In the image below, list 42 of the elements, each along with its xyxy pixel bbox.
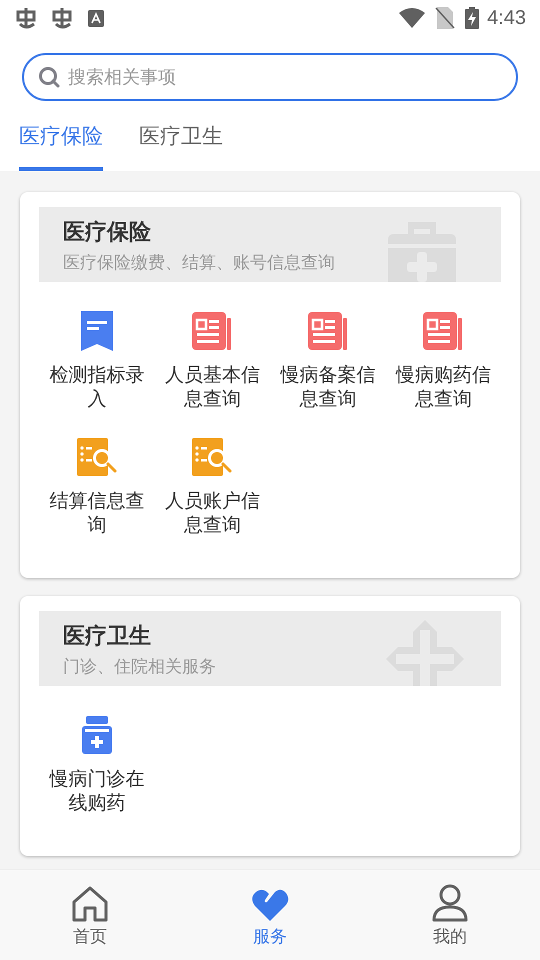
search-document-icon [76,438,117,476]
service-item[interactable]: 人员账户信息查询 [154,436,270,538]
service-label: 结算信息查询 [48,490,146,538]
section-title: 医疗卫生 [63,622,152,650]
heart-icon [251,888,289,922]
newspaper-icon [192,312,232,350]
search-icon [38,66,60,88]
newspaper-icon [423,312,464,350]
service-item[interactable]: 结算信息查询 [39,436,154,538]
section-title: 医疗保险 [63,218,152,246]
status-time: 4:43 [487,6,526,31]
home-icon [71,886,109,922]
section-subtitle: 门诊、住院相关服务 [63,656,217,678]
section-subtitle: 医疗保险缴费、结算、账号信息查询 [63,252,336,274]
user-icon [431,884,469,922]
service-label: 人员基本信息查询 [164,364,261,412]
service-label: 人员账户信息查询 [164,490,261,538]
keyboard-notification-icon [88,10,104,26]
medicine-bottle-icon [82,716,112,754]
service-label: 检测指标录入 [48,364,146,412]
service-label: 慢病购药信息查询 [394,364,492,412]
service-label: 慢病备案信息查询 [279,364,376,412]
tab[interactable]: 医疗卫生 [139,121,223,170]
battery-charging-icon [465,7,480,29]
wifi-icon [399,8,426,28]
no-sim-icon [435,7,456,29]
service-item[interactable]: 慢病门诊在线购药 [39,714,154,816]
app-notification-icon [50,6,74,30]
search-field[interactable]: 搜索相关事项 [22,53,518,101]
service-item[interactable]: 人员基本信息查询 [154,310,270,412]
nav-tab[interactable]: 我的 [360,870,540,960]
service-item[interactable]: 慢病购药信息查询 [386,310,501,412]
nav-tab[interactable]: 首页 [0,870,180,960]
newspaper-icon [308,312,348,350]
service-item[interactable]: 慢病备案信息查询 [270,310,386,412]
bookmark-icon [80,310,113,350]
service-item[interactable]: 检测指标录入 [39,310,154,412]
service-label: 慢病门诊在线购药 [48,768,146,816]
app-notification-icon [14,6,38,30]
tab[interactable]: 医疗保险 [19,121,103,170]
nav-tab[interactable]: 服务 [180,870,360,960]
search-document-icon [192,438,232,476]
